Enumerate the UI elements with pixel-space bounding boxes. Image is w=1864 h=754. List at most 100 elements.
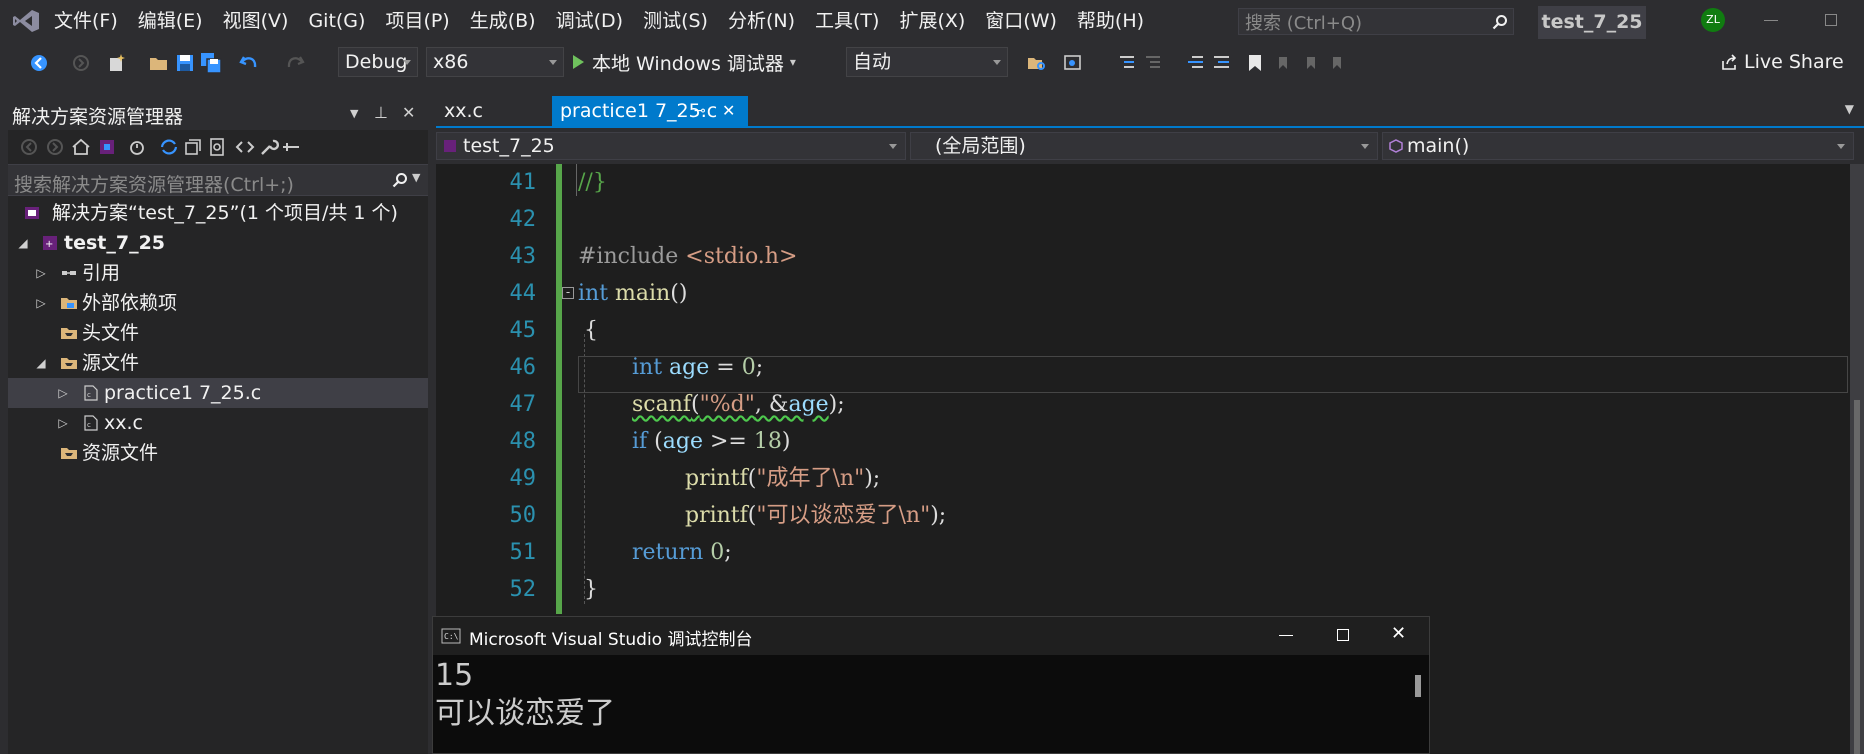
tree-item-resource-files[interactable]: 资源文件 bbox=[8, 438, 428, 468]
browser-link-icon[interactable] bbox=[1062, 52, 1084, 74]
sync-icon[interactable] bbox=[158, 136, 180, 158]
avatar[interactable]: ZL bbox=[1701, 8, 1725, 32]
collapsed-icon[interactable]: ▷ bbox=[56, 378, 70, 408]
scrollbar-thumb[interactable] bbox=[1854, 400, 1860, 754]
solution-icon bbox=[25, 207, 39, 219]
string-token: "可以谈恋爱了\n" bbox=[756, 503, 931, 528]
close-icon[interactable]: ✕ bbox=[1391, 623, 1406, 644]
redo-icon[interactable] bbox=[284, 52, 306, 74]
menu-file[interactable]: 文件(F) bbox=[44, 0, 128, 42]
preprocessor-token: #include bbox=[578, 244, 686, 269]
step-into-icon[interactable] bbox=[1116, 52, 1138, 74]
tree-item-practice1-file[interactable]: ▷ c practice1 7_25.c bbox=[8, 378, 428, 408]
search-options-chevron-icon[interactable]: ▼ bbox=[412, 171, 420, 184]
tree-item-xx-file[interactable]: ▷ c xx.c bbox=[8, 408, 428, 438]
menu-analyze[interactable]: 分析(N) bbox=[718, 0, 805, 42]
forward-icon[interactable] bbox=[44, 136, 66, 158]
save-icon[interactable] bbox=[174, 52, 196, 74]
close-icon[interactable]: ✕ bbox=[402, 103, 415, 122]
punct-token: ( bbox=[691, 392, 700, 417]
menu-build[interactable]: 生成(B) bbox=[460, 0, 546, 42]
navigate-back-icon[interactable] bbox=[28, 52, 50, 74]
menu-tools[interactable]: 工具(T) bbox=[805, 0, 889, 42]
menu-debug[interactable]: 调试(D) bbox=[546, 0, 633, 42]
navigate-forward-icon[interactable] bbox=[70, 52, 92, 74]
debug-console-titlebar[interactable]: C:\ Microsoft Visual Studio 调试控制台 ✕ bbox=[433, 617, 1429, 655]
window-position-icon[interactable]: ▼ bbox=[350, 107, 358, 120]
console-scrollbar-thumb[interactable] bbox=[1415, 675, 1421, 697]
collapsed-icon[interactable]: ▷ bbox=[34, 258, 48, 288]
save-all-icon[interactable] bbox=[200, 52, 222, 74]
tab-overflow-chevron-icon[interactable]: ▼ bbox=[1845, 102, 1854, 116]
search-input[interactable]: 搜索 (Ctrl+Q) bbox=[1238, 8, 1514, 35]
tree-item-project[interactable]: ◢ + test_7_25 bbox=[8, 228, 428, 258]
undo-icon[interactable] bbox=[238, 52, 260, 74]
code-line: scanf("%d", &age); bbox=[632, 386, 845, 423]
collapse-region-icon[interactable]: - bbox=[562, 286, 574, 299]
tree-item-header-files[interactable]: 头文件 bbox=[8, 318, 428, 348]
debug-console-window[interactable]: C:\ Microsoft Visual Studio 调试控制台 ✕ 15 可… bbox=[432, 616, 1430, 754]
filter-folder-icon bbox=[61, 448, 77, 459]
menu-help[interactable]: 帮助(H) bbox=[1067, 0, 1154, 42]
home-icon[interactable] bbox=[70, 136, 92, 158]
tree-item-solution[interactable]: 解决方案“test_7_25”(1 个项目/共 1 个) bbox=[8, 198, 428, 228]
pin-icon[interactable]: ⊥ bbox=[374, 103, 388, 122]
minimize-icon[interactable] bbox=[1764, 20, 1778, 21]
restore-icon[interactable] bbox=[1825, 14, 1837, 26]
properties-wrench-icon[interactable] bbox=[258, 136, 280, 158]
previous-bookmark-icon[interactable] bbox=[1272, 52, 1294, 74]
close-tab-icon[interactable]: ✕ bbox=[722, 96, 735, 126]
tab-practice1-7-25-c[interactable]: practice1 7_25.c ⊸ ✕ bbox=[552, 96, 748, 126]
menu-view[interactable]: 视图(V) bbox=[213, 0, 299, 42]
menu-extensions[interactable]: 扩展(X) bbox=[889, 0, 975, 42]
debug-mode-dropdown[interactable]: 自动 bbox=[846, 47, 1008, 77]
pin-tab-icon[interactable]: ⊸ bbox=[694, 96, 706, 126]
collapsed-icon[interactable]: ▷ bbox=[34, 288, 48, 318]
solution-search-input[interactable]: 搜索解决方案资源管理器(Ctrl+;) ▼ bbox=[8, 164, 428, 196]
bookmark-icon[interactable] bbox=[1244, 52, 1266, 74]
expanded-icon[interactable]: ◢ bbox=[16, 228, 30, 258]
collapsed-icon[interactable]: ▷ bbox=[56, 408, 70, 438]
clear-bookmarks-icon[interactable] bbox=[1326, 52, 1348, 74]
tree-item-external-dependencies[interactable]: ▷ 外部依赖项 bbox=[8, 288, 428, 318]
show-all-files-icon[interactable] bbox=[206, 136, 228, 158]
outdent-icon[interactable] bbox=[1184, 52, 1206, 74]
collapse-all-icon[interactable] bbox=[182, 136, 204, 158]
live-share-button[interactable]: Live Share bbox=[1720, 47, 1844, 77]
minimize-icon[interactable] bbox=[1279, 635, 1293, 636]
menu-git[interactable]: Git(G) bbox=[298, 0, 375, 42]
switch-views-icon[interactable] bbox=[96, 136, 118, 158]
tree-item-source-files[interactable]: ◢ 源文件 bbox=[8, 348, 428, 378]
menu-project[interactable]: 项目(P) bbox=[375, 0, 459, 42]
pending-changes-filter-icon[interactable] bbox=[126, 136, 148, 158]
maximize-icon[interactable] bbox=[1337, 629, 1349, 641]
solution-platform-dropdown[interactable]: x86 bbox=[426, 47, 564, 77]
menu-test[interactable]: 测试(S) bbox=[633, 0, 718, 42]
new-project-icon[interactable] bbox=[106, 52, 128, 74]
member-dropdown[interactable]: main() bbox=[1382, 132, 1854, 160]
view-code-icon[interactable] bbox=[234, 136, 256, 158]
search-icon[interactable] bbox=[392, 172, 408, 188]
open-file-icon[interactable] bbox=[148, 52, 170, 74]
find-in-files-icon[interactable] bbox=[1026, 52, 1048, 74]
indent-icon[interactable] bbox=[1210, 52, 1232, 74]
start-debugging-dropdown-arrow[interactable]: ▾ bbox=[790, 55, 796, 69]
preview-selected-items-icon[interactable] bbox=[280, 136, 302, 158]
step-over-icon[interactable] bbox=[1142, 52, 1164, 74]
tab-xx-c[interactable]: xx.c bbox=[436, 96, 548, 126]
project-dropdown[interactable]: test_7_25 bbox=[436, 132, 906, 160]
chevron-down-icon bbox=[1361, 144, 1369, 149]
next-bookmark-icon[interactable] bbox=[1300, 52, 1322, 74]
solution-name-badge[interactable]: test_7_25 bbox=[1538, 6, 1646, 39]
code-line: if (age >= 18) bbox=[632, 423, 790, 460]
menu-window[interactable]: 窗口(W) bbox=[975, 0, 1067, 42]
back-icon[interactable] bbox=[18, 136, 40, 158]
solution-configuration-dropdown[interactable]: Debug bbox=[338, 47, 418, 77]
menu-edit[interactable]: 编辑(E) bbox=[128, 0, 213, 42]
search-icon[interactable] bbox=[1487, 10, 1513, 34]
scope-dropdown[interactable]: (全局范围) bbox=[910, 132, 1378, 160]
editor-vertical-scrollbar[interactable] bbox=[1850, 164, 1864, 754]
start-debugging-button[interactable]: 本地 Windows 调试器 ▾ bbox=[573, 47, 796, 77]
tree-item-references[interactable]: ▷ 引用 bbox=[8, 258, 428, 288]
expanded-icon[interactable]: ◢ bbox=[34, 348, 48, 378]
